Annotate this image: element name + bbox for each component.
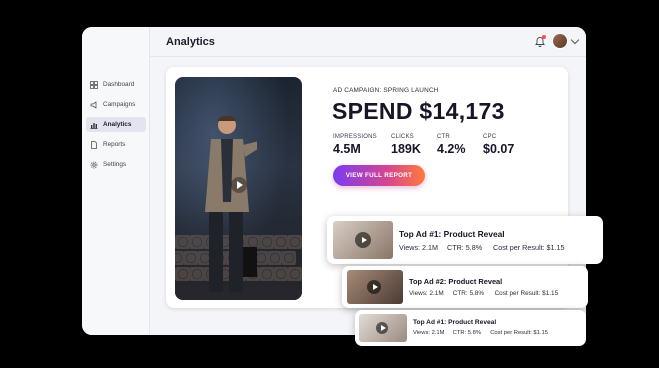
- ad-title: Top Ad #2: Product Reveal: [409, 277, 503, 286]
- metric-label: CLICKS: [391, 134, 414, 140]
- play-icon[interactable]: [355, 232, 371, 248]
- sidebar-item-label: Campaigns: [103, 101, 136, 108]
- metric-impressions: IMPRESSIONS 4.5M: [333, 134, 377, 156]
- metric-value: 189K: [391, 142, 421, 156]
- ad-cost: Cost per Result: $1.15: [494, 290, 559, 297]
- spend-total: SPEND $14,173: [332, 98, 505, 124]
- document-icon: [90, 140, 98, 149]
- play-icon[interactable]: [376, 322, 388, 334]
- metric-value: 4.2%: [437, 142, 466, 156]
- page-title: Analytics: [166, 36, 215, 48]
- sidebar: [82, 27, 150, 335]
- metric-label: CTR: [437, 134, 450, 140]
- ad-views: Views: 2.1M: [399, 243, 439, 252]
- ad-title: Top Ad #1: Product Reveal: [399, 229, 505, 239]
- gear-icon: [90, 161, 98, 169]
- ad-stats: Views: 2.1M CTR: 5.8% Cost per Result: $…: [409, 290, 558, 297]
- metric-label: CPC: [483, 134, 497, 140]
- sidebar-item-reports[interactable]: Reports: [86, 137, 146, 152]
- ad-views: Views: 2.1M: [409, 290, 444, 297]
- metric-cpc: CPC $0.07: [483, 134, 514, 156]
- sidebar-item-label: Settings: [103, 161, 127, 168]
- metric-label: IMPRESSIONS: [333, 134, 377, 140]
- chart-icon: [90, 121, 98, 129]
- metric-value: $0.07: [483, 142, 515, 156]
- ad-ctr: CTR: 5.8%: [452, 290, 485, 297]
- ad-ctr: CTR: 5.8%: [452, 330, 481, 336]
- avatar[interactable]: [552, 33, 568, 49]
- chevron-down-icon[interactable]: [570, 35, 580, 45]
- ad-thumbnail: [333, 221, 393, 259]
- sidebar-item-settings[interactable]: Settings: [86, 157, 146, 172]
- ad-cost: Cost per Result: $1.15: [490, 330, 548, 336]
- presenter-image: [205, 115, 257, 292]
- metric-clicks: CLICKS 189K: [391, 134, 421, 156]
- notification-bell-icon[interactable]: [534, 35, 546, 48]
- campaign-video[interactable]: [175, 77, 302, 300]
- metric-ctr: CTR 4.2%: [437, 134, 466, 156]
- ad-title: Top Ad #1: Product Reveal: [413, 319, 497, 326]
- metric-value: 4.5M: [333, 142, 361, 156]
- top-ad-card-1[interactable]: Top Ad #1: Product Reveal Views: 2.1M CT…: [327, 216, 603, 264]
- notification-dot: [542, 35, 546, 39]
- top-bar: Analytics: [150, 27, 586, 57]
- play-icon[interactable]: [367, 280, 381, 294]
- ad-cost: Cost per Result: $1.15: [493, 243, 565, 252]
- megaphone-icon: [90, 100, 98, 109]
- top-ad-card-3[interactable]: Top Ad #1: Product Reveal Views: 2.1M CT…: [355, 310, 586, 346]
- ad-thumbnail: [347, 270, 403, 304]
- ad-stats: Views: 2.1M CTR: 5.8% Cost per Result: $…: [413, 330, 548, 336]
- sidebar-item-dashboard[interactable]: Dashboard: [86, 77, 146, 92]
- ad-views: Views: 2.1M: [413, 330, 445, 336]
- campaign-name: AD CAMPAIGN: SPRING LAUNCH: [333, 87, 439, 94]
- sidebar-item-label: Dashboard: [103, 81, 135, 88]
- sidebar-item-campaigns[interactable]: Campaigns: [86, 97, 146, 112]
- sidebar-item-analytics[interactable]: Analytics: [86, 117, 146, 132]
- view-full-report-button[interactable]: VIEW FULL REPORT: [333, 165, 425, 186]
- sidebar-item-label: Analytics: [103, 121, 132, 128]
- grid-icon: [90, 80, 98, 89]
- ad-thumbnail: [359, 314, 407, 342]
- sidebar-item-label: Reports: [103, 141, 126, 148]
- ad-ctr: CTR: 5.8%: [447, 243, 483, 252]
- ad-stats: Views: 2.1M CTR: 5.8% Cost per Result: $…: [399, 243, 565, 252]
- play-icon[interactable]: [231, 177, 247, 193]
- top-ad-card-2[interactable]: Top Ad #2: Product Reveal Views: 2.1M CT…: [342, 266, 588, 308]
